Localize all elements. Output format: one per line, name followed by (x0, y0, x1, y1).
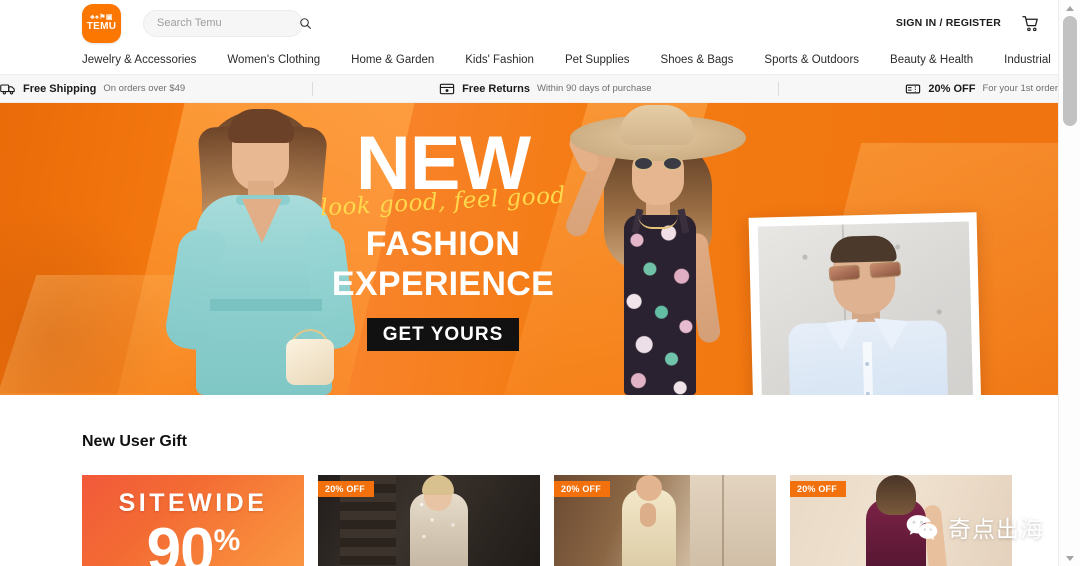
logo-wordmark: TEMU (86, 21, 117, 32)
search-icon[interactable] (299, 17, 312, 30)
benefit-subtitle-free-returns: Within 90 days of purchase (536, 83, 652, 94)
hero-cta-button[interactable]: GET YOURS (367, 318, 519, 351)
product-1-model-hair (422, 475, 454, 495)
model-middle-floral-pattern (624, 215, 696, 395)
product-2-door-seam (722, 475, 724, 566)
gift-card-product-1[interactable]: 20% OFF (318, 475, 540, 566)
hero-subhead-line2: EXPERIENCE (331, 265, 555, 303)
scroll-up-arrow-icon[interactable] (1059, 0, 1080, 16)
model-left-hair-front (228, 109, 294, 143)
benefit-free-returns: Free Returns Within 90 days of purchase (439, 82, 652, 96)
gift-card-row: SITEWIDE 90 % 20% OFF 20% OFF 20% OFF (82, 475, 1058, 566)
product-3-model-hair (876, 475, 916, 515)
return-box-icon (439, 83, 455, 94)
model-middle-floral-dress (624, 215, 696, 395)
benefit-first-order-discount: 20% OFF For your 1st order (905, 82, 1058, 96)
benefit-title-free-returns: Free Returns (462, 82, 530, 95)
nav-item-sports-outdoors[interactable]: Sports & Outdoors (764, 54, 859, 66)
benefit-subtitle-free-shipping: On orders over $49 (103, 83, 186, 94)
product-3-model-arm (922, 504, 948, 566)
model-left-waistband (210, 299, 322, 311)
benefit-title-free-shipping: Free Shipping (23, 82, 97, 95)
temu-homepage: ♣♠⚑▣ TEMU SIGN IN / REGISTER (0, 0, 1058, 566)
browser-viewport: ♣♠⚑▣ TEMU SIGN IN / REGISTER (0, 0, 1080, 566)
model-right-shirt-button (865, 391, 870, 395)
benefits-divider-2 (778, 81, 779, 96)
model-right-hair (830, 235, 897, 263)
discount-badge: 20% OFF (318, 481, 374, 497)
discount-badge: 20% OFF (790, 481, 846, 497)
nav-item-pet-supplies[interactable]: Pet Supplies (565, 54, 630, 66)
nav-item-shoes-bags[interactable]: Shoes & Bags (661, 54, 734, 66)
sign-in-register-link[interactable]: SIGN IN / REGISTER (896, 17, 1001, 29)
promo-percent-symbol: % (213, 524, 241, 557)
hero-model-middle (562, 103, 746, 395)
hero-banner[interactable]: NEW look good, feel good FASHION EXPERIE… (0, 103, 1058, 395)
scroll-down-triangle (1066, 555, 1074, 561)
page-scrollbar[interactable] (1058, 0, 1080, 566)
section-title-new-user-gift: New User Gift (82, 433, 187, 450)
nav-item-home-garden[interactable]: Home & Garden (351, 54, 434, 66)
shopping-cart-icon[interactable] (1021, 14, 1040, 33)
logo-glyph-row: ♣♠⚑▣ (90, 14, 113, 21)
coupon-ticket-icon (906, 84, 921, 93)
model-right-lens-right (869, 261, 902, 279)
model-middle-sunglasses-icon (634, 157, 682, 170)
temu-logo[interactable]: ♣♠⚑▣ TEMU (82, 3, 121, 43)
hero-subhead-line1: FASHION (365, 225, 521, 263)
model-middle-sun-hat-crown (620, 105, 694, 145)
model-right-shirt-button (865, 361, 870, 367)
model-middle-lens-left (634, 157, 653, 170)
hero-framed-photo-right (748, 212, 984, 395)
scrollbar-thumb[interactable] (1063, 16, 1077, 126)
gift-card-product-3[interactable]: 20% OFF (790, 475, 1012, 566)
new-user-gift-section: New User Gift SITEWIDE 90 % 20% OFF 20% … (0, 395, 1058, 566)
scroll-up-triangle (1066, 5, 1074, 11)
benefits-divider-1 (311, 81, 313, 96)
gift-card-product-2[interactable]: 20% OFF (554, 475, 776, 566)
hero-left-shadow (0, 203, 170, 393)
benefit-subtitle-discount: For your 1st order (982, 83, 1058, 94)
model-middle-lens-right (663, 157, 682, 170)
framed-photo-inner (757, 221, 976, 395)
gift-card-sitewide-promo[interactable]: SITEWIDE 90 % (82, 475, 304, 566)
nav-item-kids-fashion[interactable]: Kids' Fashion (465, 54, 534, 66)
promo-discount-value: 90 % (146, 516, 241, 566)
benefit-free-shipping: Free Shipping On orders over $49 (0, 82, 185, 96)
site-header: ♣♠⚑▣ TEMU SIGN IN / REGISTER (0, 0, 1058, 46)
product-2-model-head (636, 475, 662, 501)
product-2-cutout-detail (640, 503, 656, 527)
category-nav: Jewelry & Accessories Women's Clothing H… (0, 46, 1058, 75)
hero-copy: NEW look good, feel good FASHION EXPERIE… (318, 126, 568, 351)
nav-item-womens-clothing[interactable]: Women's Clothing (227, 54, 320, 66)
scroll-down-arrow-icon[interactable] (1059, 550, 1080, 566)
benefit-title-discount: 20% OFF (928, 82, 976, 95)
search-bar[interactable] (143, 9, 311, 37)
nav-item-jewelry-accessories[interactable]: Jewelry & Accessories (82, 54, 196, 66)
delivery-truck-icon (0, 83, 15, 94)
discount-badge: 20% OFF (554, 481, 610, 497)
header-actions: SIGN IN / REGISTER (896, 14, 1040, 33)
model-right-lens-left (828, 264, 861, 282)
promo-number: 90 (146, 516, 215, 566)
nav-item-beauty-health[interactable]: Beauty & Health (890, 54, 973, 66)
nav-item-industrial[interactable]: Industrial (1004, 54, 1051, 66)
product-2-background (690, 475, 776, 566)
benefits-strip: Free Shipping On orders over $49 Free Re… (0, 75, 1058, 103)
promo-sitewide-label: SITEWIDE (118, 489, 268, 517)
search-input[interactable] (157, 17, 299, 29)
